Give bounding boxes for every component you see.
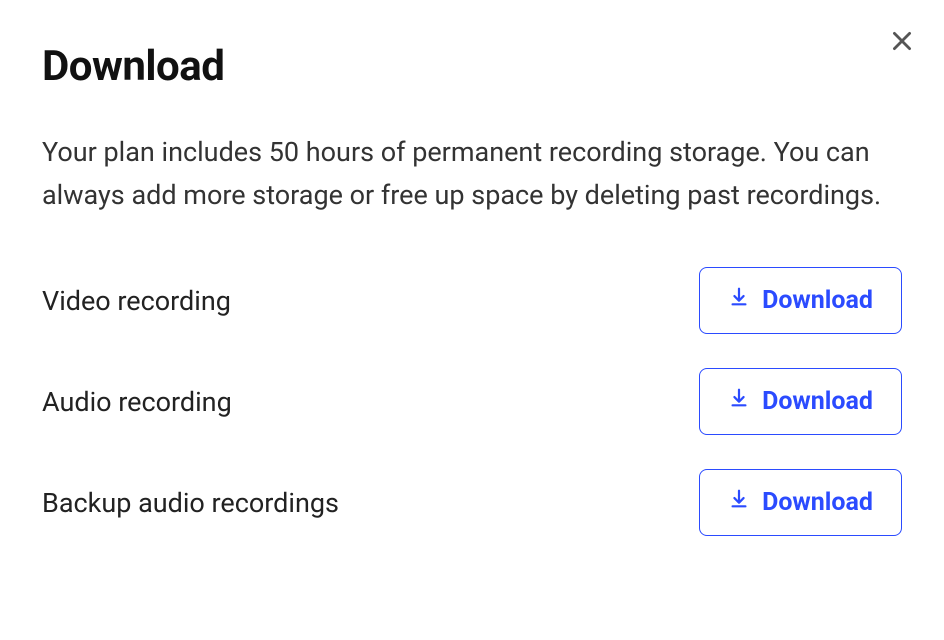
close-button[interactable] [888,28,916,56]
download-row-video: Video recording Download [42,267,902,334]
download-button-label: Download [762,488,873,517]
download-video-button[interactable]: Download [699,267,902,334]
download-button-label: Download [762,387,873,416]
download-row-backup-audio: Backup audio recordings Download [42,469,902,536]
row-label: Video recording [42,285,231,317]
download-icon [728,286,750,315]
download-row-audio: Audio recording Download [42,368,902,435]
row-label: Backup audio recordings [42,487,339,519]
download-icon [728,387,750,416]
row-label: Audio recording [42,386,232,418]
download-audio-button[interactable]: Download [699,368,902,435]
download-icon [728,488,750,517]
modal-description: Your plan includes 50 hours of permanent… [42,131,882,217]
modal-title: Download [42,42,902,91]
download-button-label: Download [762,286,873,315]
download-backup-audio-button[interactable]: Download [699,469,902,536]
close-icon [889,28,915,57]
